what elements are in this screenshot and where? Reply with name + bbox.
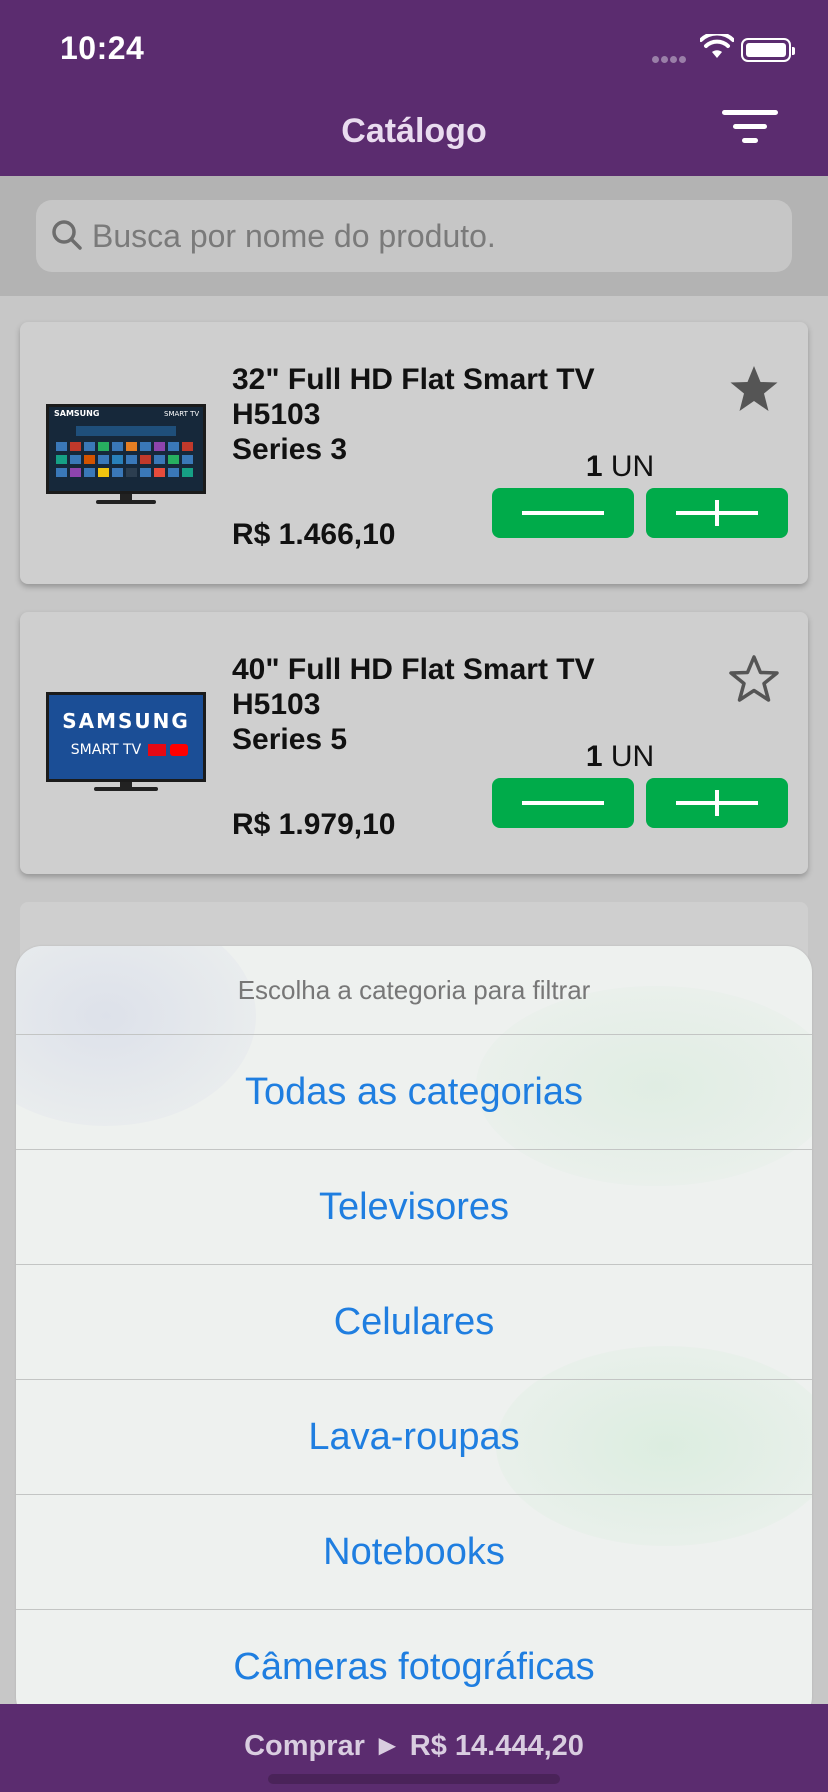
increase-quantity-button[interactable] <box>646 488 788 538</box>
product-name-line: 32" Full HD Flat Smart TV H5103 <box>232 363 595 431</box>
product-image-brand: SAMSUNG <box>62 709 190 733</box>
quantity-value: 1 <box>585 450 603 483</box>
decrease-quantity-button[interactable] <box>492 488 634 538</box>
product-card[interactable]: SAMSUNG SMART TV 32" Full HD Flat Smart … <box>20 322 808 584</box>
product-image-label: SMART TV <box>164 410 199 418</box>
search-input[interactable] <box>92 200 772 272</box>
wifi-icon <box>700 34 734 58</box>
bottom-bar: Comprar ► R$ 14.444,20 <box>0 1704 828 1792</box>
quantity-label: 1 UN <box>540 450 700 484</box>
product-price: R$ 1.466,10 <box>232 518 396 551</box>
quantity-value: 1 <box>585 740 603 773</box>
category-option-lava-roupas[interactable]: Lava-roupas <box>16 1379 812 1494</box>
increase-quantity-button[interactable] <box>646 778 788 828</box>
product-image-brand: SAMSUNG <box>54 409 99 418</box>
search-field <box>36 200 792 272</box>
star-outline-icon[interactable] <box>728 654 780 704</box>
battery-icon <box>741 38 795 62</box>
category-option-notebooks[interactable]: Notebooks <box>16 1494 812 1609</box>
filter-icon[interactable] <box>722 110 782 154</box>
star-filled-icon[interactable] <box>728 364 780 414</box>
product-card[interactable]: SAMSUNG SMART TV 40" Full HD Flat Smart … <box>20 612 808 874</box>
quantity-unit: UN <box>610 450 655 483</box>
category-option-televisores[interactable]: Televisores <box>16 1149 812 1264</box>
product-image: SAMSUNG SMART TV <box>46 692 206 791</box>
minus-icon <box>522 511 604 515</box>
category-option-celulares[interactable]: Celulares <box>16 1264 812 1379</box>
page-title: Catálogo <box>341 112 487 150</box>
status-bar: 10:24 <box>0 0 828 96</box>
decrease-quantity-button[interactable] <box>492 778 634 828</box>
nav-bar: Catálogo <box>0 96 828 176</box>
minus-icon <box>522 801 604 805</box>
search-bar-container <box>0 176 828 296</box>
quantity-unit: UN <box>610 740 655 773</box>
category-option-all[interactable]: Todas as categorias <box>16 1034 812 1149</box>
product-name-line: 40" Full HD Flat Smart TV H5103 <box>232 653 595 721</box>
buy-button[interactable]: Comprar ► R$ 14.444,20 <box>0 1730 828 1763</box>
category-action-sheet: Escolha a categoria para filtrar Todas a… <box>16 946 812 1723</box>
home-indicator[interactable] <box>268 1774 560 1784</box>
search-icon <box>52 220 82 250</box>
product-image-label: SMART TV <box>71 742 142 758</box>
product-image: SAMSUNG SMART TV <box>46 404 206 504</box>
product-price: R$ 1.979,10 <box>232 808 396 841</box>
cellular-signal-icon <box>652 50 688 68</box>
action-sheet-title: Escolha a categoria para filtrar <box>237 975 591 1005</box>
status-time: 10:24 <box>60 30 145 66</box>
quantity-label: 1 UN <box>540 740 700 774</box>
